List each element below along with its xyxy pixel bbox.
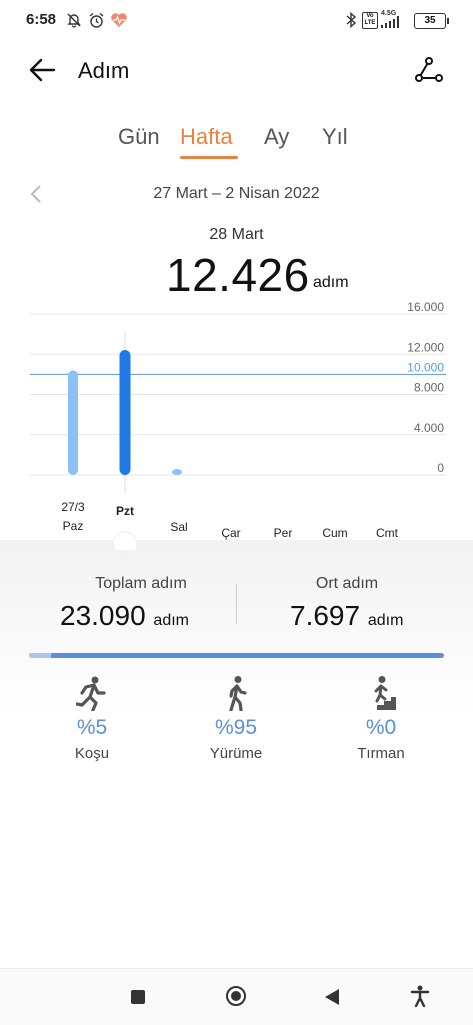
health-heart-icon [111,13,127,27]
running-icon [76,676,106,711]
y-tick-label: 0 [437,461,444,475]
tab-day[interactable]: Gün [118,124,160,150]
alarm-icon [89,12,104,28]
chart-bar [119,349,131,475]
average-steps-unit: adım [367,612,404,629]
signal-icon [381,16,399,28]
total-steps-unit: adım [153,612,189,629]
total-steps: 23.090 adım [60,600,189,632]
bluetooth-icon [346,12,357,28]
running-share-segment [29,653,51,658]
y-tick-label: 4.000 [414,421,444,435]
x-tick-day-label: Pzt [116,504,134,518]
active-tab-indicator [180,156,238,159]
recent-apps-icon[interactable] [131,990,145,1004]
x-tick-date-label: 27/3 [61,500,85,514]
total-steps-value: 23.090 [60,600,146,631]
selected-steps-value: 12.426 [166,249,310,301]
date-range: 27 Mart – 2 Nisan 2022 [153,185,320,202]
running-label: Koşu [74,745,110,762]
chart-bar [172,469,182,475]
share-nodes-icon[interactable] [414,56,444,86]
status-bar: 6:58 Vo LTE 4.5G 35 [0,0,473,40]
x-tick-day-label: Paz [63,519,84,533]
tab-year[interactable]: Yıl [322,124,348,150]
volte-badge: Vo LTE [362,12,378,29]
selected-steps-unit: adım [313,274,349,291]
y-tick-label: 8.000 [414,381,444,395]
y-tick-label: 12.000 [407,340,444,354]
back-triangle-icon[interactable] [324,988,340,1006]
chart-bar [68,370,78,475]
average-steps-value: 7.697 [290,600,361,631]
climbing-label: Tırman [357,745,405,762]
walking-icon [229,676,247,711]
system-nav-bar [0,968,473,1025]
walking-label: Yürüme [209,745,263,762]
average-steps-label: Ort adım [315,575,379,592]
tab-month[interactable]: Ay [264,124,289,150]
status-time: 6:58 [26,11,57,28]
home-icon[interactable] [226,986,246,1006]
back-arrow-icon[interactable] [28,56,56,84]
walking-percent: %95 [214,716,258,739]
total-steps-label: Toplam adım [95,575,187,592]
weekly-steps-chart[interactable]: 16.000 12.000 8.000 4.000 0 10.000 27/3 Paz Pzt S… [0,300,473,550]
x-tick-day-label: Per [274,526,293,540]
tab-week[interactable]: Hafta [180,124,233,150]
running-percent: %5 [76,716,108,739]
activity-split-bar [29,653,444,658]
selected-day: 28 Mart [209,226,264,243]
battery-indicator: 35 [414,13,449,29]
climbing-icon [369,676,396,710]
average-steps: 7.697 adım [290,600,403,632]
x-tick-day-label: Cum [322,526,347,540]
x-tick-day-label: Sal [170,520,187,534]
page-title: Adım [78,58,130,83]
goal-line-label: 10.000 [407,360,444,374]
battery-level: 35 [424,15,436,26]
climbing-percent: %0 [365,716,397,739]
x-tick-day-label: Cmt [376,526,399,540]
summary-divider [236,584,237,624]
bell-off-icon [67,13,81,28]
x-tick-day-label: Çar [221,526,240,540]
accessibility-icon[interactable] [410,985,430,1007]
y-tick-label: 16.000 [407,300,444,314]
